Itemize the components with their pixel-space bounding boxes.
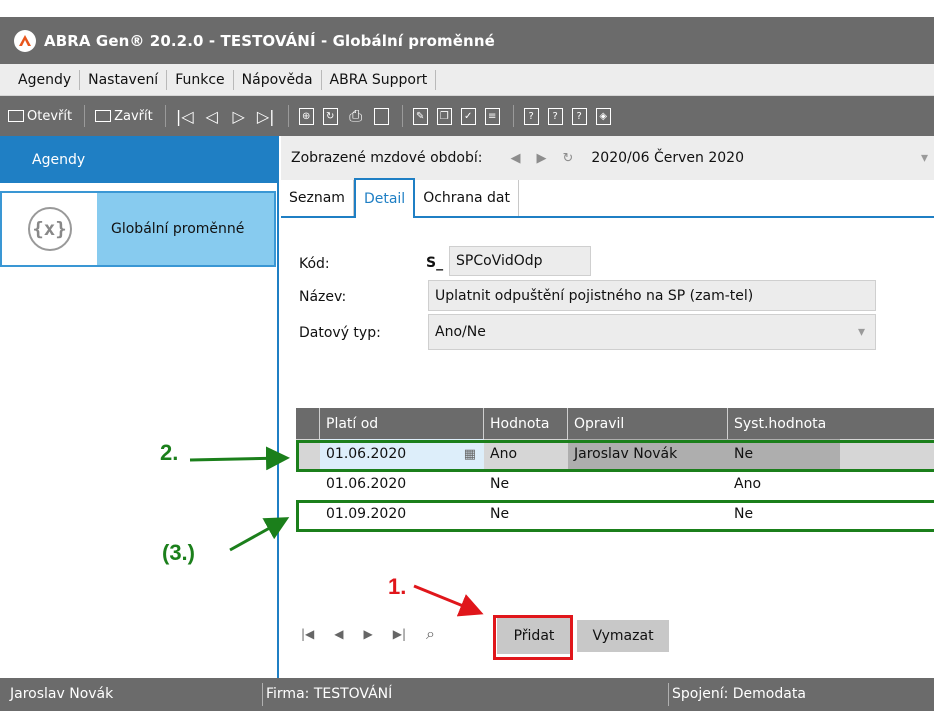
annotation-arrow-1 <box>413 584 484 617</box>
annotation-arrows <box>189 446 484 617</box>
annotation-arrow-3 <box>229 517 290 552</box>
status-bar: Jaroslav Novák Firma: TESTOVÁNÍ Spojení:… <box>0 678 934 711</box>
status-separator <box>262 683 263 706</box>
status-separator <box>668 683 669 706</box>
status-connection: Spojení: Demodata <box>672 686 806 702</box>
status-user: Jaroslav Novák <box>10 686 114 702</box>
annotation-arrow-2 <box>189 446 290 471</box>
status-firm: Firma: TESTOVÁNÍ <box>266 686 393 702</box>
